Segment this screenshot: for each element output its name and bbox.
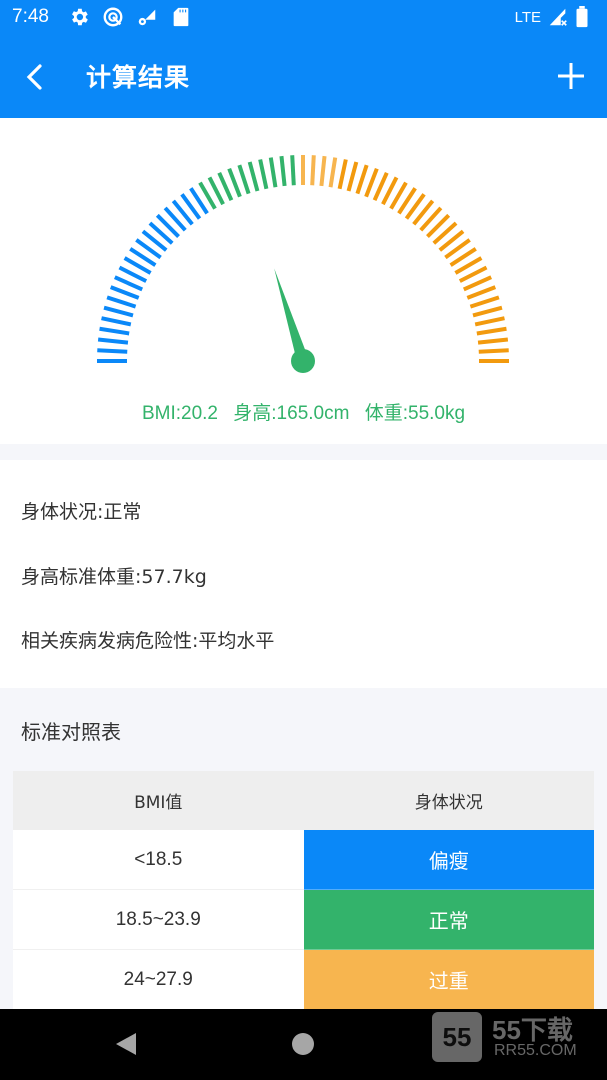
wifi-settings-icon: [138, 9, 156, 26]
battery-icon: [576, 6, 588, 28]
gauge-tick: [337, 159, 348, 190]
nav-back-icon[interactable]: [114, 1031, 138, 1057]
disease-risk: 相关疾病发病危险性:平均水平: [21, 630, 275, 652]
reference-table: BMI值 身体状况 <18.5 偏瘦 18.5~23.9 正常 24~27.9 …: [13, 771, 594, 1010]
gauge-tick: [268, 157, 278, 188]
gauge-tick: [346, 161, 359, 192]
bmi-summary: BMI:20.2 身高:165.0cm 体重:55.0kg: [0, 398, 607, 425]
gauge-tick: [109, 285, 140, 300]
gauge-hub: [291, 349, 315, 373]
gauge-tick: [474, 316, 505, 327]
nav-home-icon[interactable]: [292, 1033, 314, 1055]
gauge-tick: [466, 285, 497, 300]
watermark-logo: 55: [432, 1012, 482, 1062]
signal-no-service-icon: [549, 8, 567, 26]
gauge-tick: [310, 155, 316, 186]
gauge-tick: [237, 164, 251, 195]
gauge-tick: [227, 167, 242, 198]
gauge-tick: [477, 337, 509, 345]
row-range: 18.5~23.9: [13, 890, 304, 950]
body-condition: 身体状况:正常: [21, 501, 142, 523]
gauge-tick: [328, 157, 338, 188]
gauge-tick: [364, 167, 379, 198]
watermark: 55 55下载 RR55.COM: [432, 1012, 592, 1064]
result-info-card: 身体状况:正常 身高标准体重:57.7kg 相关疾病发病危险性:平均水平: [0, 460, 607, 688]
table-header: BMI值 身体状况: [13, 771, 594, 830]
settings-icon: [72, 8, 88, 26]
network-type: LTE: [514, 8, 541, 26]
sync-icon: [103, 7, 123, 27]
gauge-tick: [472, 305, 503, 318]
gauge-tick: [97, 348, 128, 354]
gauge-tick: [97, 337, 129, 345]
summary-height: 身高:165.0cm: [233, 403, 350, 424]
gauge-tick: [247, 161, 260, 192]
header-bmi: BMI值: [134, 793, 183, 813]
row-status: 偏瘦: [303, 830, 594, 890]
gauge-tick: [478, 348, 509, 354]
gauge-needle: [274, 268, 309, 363]
gauge-tick: [469, 295, 500, 309]
summary-weight: 体重:55.0kg: [364, 403, 466, 424]
gauge-card: BMI:20.2 身高:165.0cm 体重:55.0kg: [0, 118, 607, 444]
row-status: 过重: [303, 950, 594, 1010]
standard-weight: 身高标准体重:57.7kg: [21, 566, 207, 588]
table-row: 18.5~23.9 正常: [13, 890, 594, 950]
status-time: 7:48: [12, 6, 49, 27]
status-bar: 7:48 LTE: [0, 0, 607, 36]
row-status: 正常: [303, 890, 594, 950]
row-range: <18.5: [13, 830, 304, 890]
gauge-tick: [99, 326, 130, 336]
gauge-tick: [258, 159, 269, 190]
page-title: 计算结果: [86, 63, 191, 92]
reference-table-title: 标准对照表: [21, 720, 121, 744]
bmi-gauge: [97, 155, 509, 373]
watermark-domain: RR55.COM: [494, 1042, 577, 1059]
table-row: <18.5 偏瘦: [13, 830, 594, 890]
gauge-tick: [476, 326, 507, 336]
summary-bmi: BMI:20.2: [141, 403, 218, 424]
gauge-tick: [101, 316, 132, 327]
gauge-tick: [279, 155, 287, 187]
header-status: 身体状况: [414, 793, 483, 813]
sd-card-icon: [173, 7, 189, 27]
chevron-left-icon[interactable]: [20, 60, 52, 94]
gauge-tick: [290, 155, 296, 186]
plus-icon[interactable]: [555, 60, 587, 92]
table-row: 24~27.9 过重: [13, 950, 594, 1010]
app-bar: 计算结果: [0, 36, 607, 118]
row-range: 24~27.9: [13, 950, 304, 1010]
gauge-tick: [319, 155, 327, 187]
gauge-tick: [106, 295, 137, 309]
gauge-tick: [355, 164, 369, 195]
gauge-tick: [103, 305, 134, 318]
